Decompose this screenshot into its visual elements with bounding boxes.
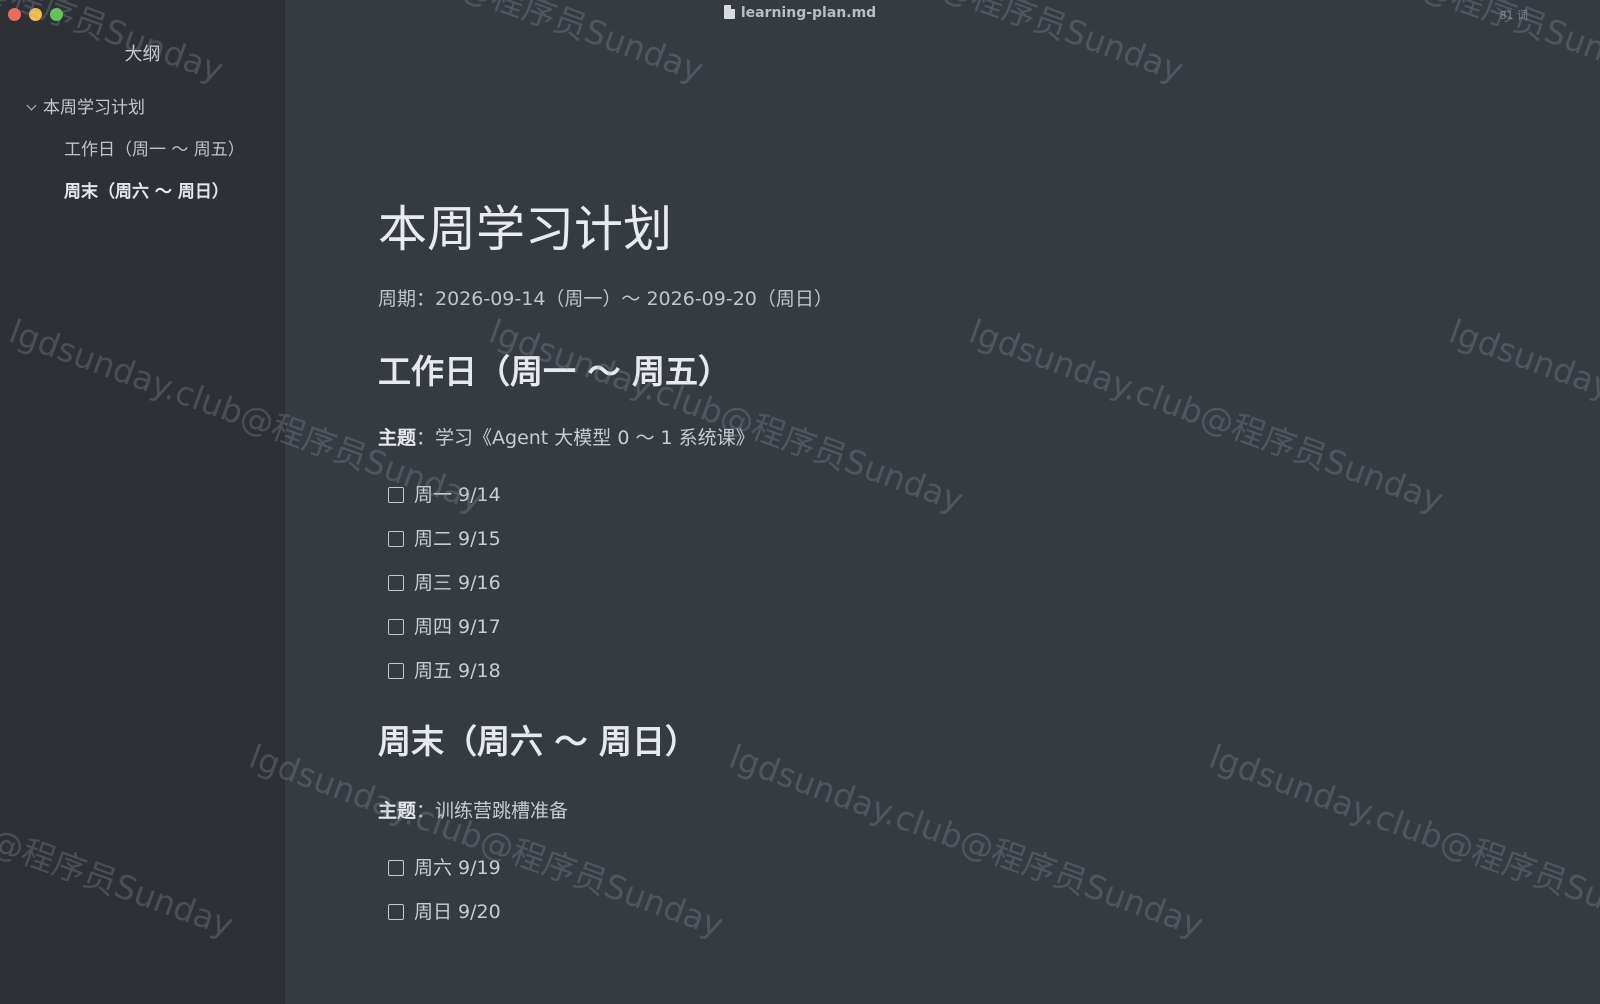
- task-item[interactable]: 周五 9/18: [388, 656, 501, 683]
- app-window: learning-plan.md 81 词 大纲 本周学习计划 工作日（周一 ～…: [0, 0, 1600, 1004]
- watermark: lgdsunday.club@程序员Sunday: [484, 311, 969, 520]
- task-label: 周五 9/18: [414, 660, 501, 682]
- weekdays-heading: 工作日（周一 ～ 周五）: [378, 352, 731, 391]
- watermark: lgdsunday.club@程序员Sunday: [1444, 311, 1600, 520]
- document-title: 本周学习计划: [378, 201, 673, 258]
- task-checkbox[interactable]: [388, 487, 404, 503]
- watermark: lgdsunday.club@程序员Sunday: [964, 311, 1449, 520]
- outline-item-label: 工作日（周一 ～ 周五）: [64, 140, 245, 160]
- task-item[interactable]: 周三 9/16: [388, 568, 501, 595]
- task-label: 周三 9/16: [414, 572, 501, 594]
- window-title: learning-plan.md: [0, 5, 1600, 21]
- title-bar: learning-plan.md 81 词: [0, 0, 1600, 28]
- task-label: 周日 9/20: [414, 901, 501, 923]
- watermark: lgdsunday.club@程序员Sunday: [1204, 736, 1600, 945]
- markdown-file-icon: [723, 5, 735, 19]
- word-count[interactable]: 81 词: [1500, 7, 1529, 23]
- task-checkbox[interactable]: [388, 575, 404, 591]
- outline-sidebar: 大纲 本周学习计划 工作日（周一 ～ 周五） 周末（周六 ～ 周日）: [0, 0, 285, 1004]
- theme-value: ：训练营跳槽准备: [416, 800, 569, 822]
- task-checkbox[interactable]: [388, 619, 404, 635]
- weekend-heading: 周末（周六 ～ 周日）: [378, 722, 698, 761]
- task-item[interactable]: 周六 9/19: [388, 853, 501, 880]
- task-item[interactable]: 周四 9/17: [388, 612, 501, 639]
- theme-label: 主题: [378, 427, 417, 449]
- outline-title: 大纲: [124, 44, 161, 65]
- outline-item-label: 周末（周六 ～ 周日）: [64, 182, 229, 202]
- outline-item-plan[interactable]: 本周学习计划: [26, 93, 145, 118]
- outline-item-weekdays[interactable]: 工作日（周一 ～ 周五）: [64, 135, 245, 160]
- outline-item-label: 本周学习计划: [43, 98, 145, 118]
- task-label: 周四 9/17: [414, 616, 501, 638]
- weekend-theme: 主题：训练营跳槽准备: [378, 796, 568, 823]
- theme-label: 主题: [378, 800, 417, 822]
- theme-value: ：学习《Agent 大模型 0 ～ 1 系统课》: [416, 427, 755, 449]
- task-checkbox[interactable]: [388, 904, 404, 920]
- task-label: 周二 9/15: [414, 528, 501, 550]
- window-filename: learning-plan.md: [740, 5, 877, 21]
- task-checkbox[interactable]: [388, 860, 404, 876]
- task-checkbox[interactable]: [388, 663, 404, 679]
- task-item[interactable]: 周一 9/14: [388, 480, 501, 507]
- outline-item-weekend[interactable]: 周末（周六 ～ 周日）: [64, 177, 229, 202]
- task-item[interactable]: 周二 9/15: [388, 524, 501, 551]
- task-checkbox[interactable]: [388, 531, 404, 547]
- task-item[interactable]: 周日 9/20: [388, 897, 501, 924]
- watermark: lgdsunday.club@程序员Sunday: [724, 736, 1209, 945]
- weekdays-theme: 主题：学习《Agent 大模型 0 ～ 1 系统课》: [378, 423, 755, 450]
- task-label: 周一 9/14: [414, 484, 501, 506]
- plan-period: 周期：2026-09-14（周一）～ 2026-09-20（周日）: [378, 288, 833, 310]
- task-label: 周六 9/19: [414, 857, 501, 879]
- chevron-down-icon[interactable]: [26, 100, 37, 111]
